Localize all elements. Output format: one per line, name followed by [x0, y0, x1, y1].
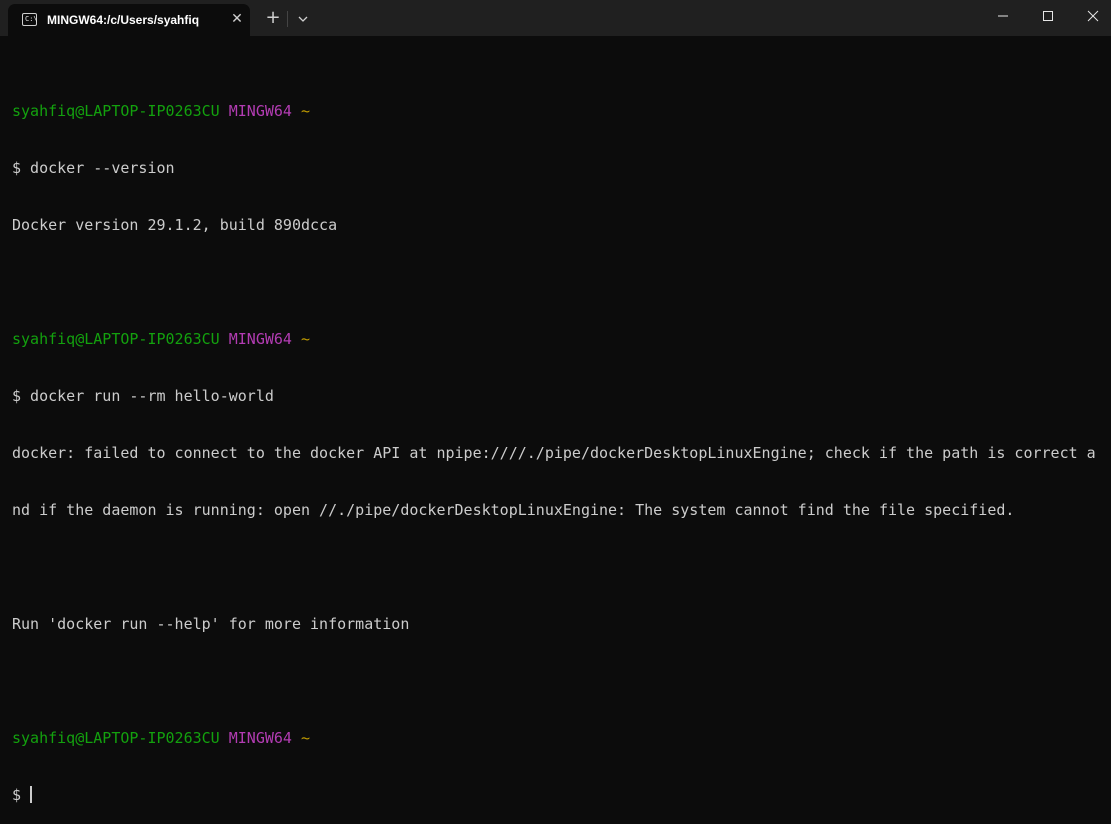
- terminal-output[interactable]: syahfiq@LAPTOP-IP0263CU MINGW64 ~ $ dock…: [12, 64, 1107, 824]
- input-line[interactable]: $: [12, 786, 1107, 805]
- prompt-user: syahfiq@LAPTOP-IP0263CU: [12, 729, 220, 747]
- prompt-symbol: $: [12, 786, 22, 804]
- command-line: $ docker --version: [12, 159, 175, 177]
- tab-mingw64[interactable]: C:\ MINGW64:/c/Users/syahfiq ✕: [8, 4, 250, 36]
- output-line: Run 'docker run --help' for more informa…: [12, 615, 410, 633]
- terminal-icon: C:\: [22, 13, 38, 26]
- output-line: Docker version 29.1.2, build 890dcca: [12, 216, 338, 234]
- tab-title: MINGW64:/c/Users/syahfiq: [47, 13, 200, 27]
- text-cursor: [30, 786, 33, 803]
- output-line: docker: failed to connect to the docker …: [12, 444, 1096, 462]
- minimize-button[interactable]: [980, 0, 1026, 32]
- maximize-icon: [1043, 11, 1053, 21]
- prompt-path: ~: [301, 729, 311, 747]
- close-icon: [1087, 10, 1099, 22]
- prompt-line: syahfiq@LAPTOP-IP0263CU MINGW64 ~: [12, 729, 1107, 748]
- prompt-path: ~: [301, 330, 311, 348]
- prompt-user: syahfiq@LAPTOP-IP0263CU: [12, 330, 220, 348]
- tab-dropdown-button[interactable]: [292, 9, 314, 29]
- command-line: $ docker run --rm hello-world: [12, 387, 274, 405]
- close-window-button[interactable]: [1070, 0, 1111, 32]
- close-tab-icon[interactable]: ✕: [228, 10, 246, 28]
- divider: [287, 11, 288, 27]
- prompt-path: ~: [301, 102, 311, 120]
- prompt-host: MINGW64: [228, 729, 292, 747]
- maximize-button[interactable]: [1025, 0, 1071, 32]
- prompt-line: syahfiq@LAPTOP-IP0263CU MINGW64 ~: [12, 330, 1107, 349]
- prompt-line: syahfiq@LAPTOP-IP0263CU MINGW64 ~: [12, 102, 1107, 121]
- title-bar: C:\ MINGW64:/c/Users/syahfiq ✕ +: [0, 0, 1111, 36]
- prompt-user: syahfiq@LAPTOP-IP0263CU: [12, 102, 220, 120]
- minimize-icon: [998, 15, 1008, 17]
- chevron-down-icon: [298, 16, 308, 22]
- prompt-host: MINGW64: [228, 102, 292, 120]
- new-tab-button[interactable]: +: [262, 8, 284, 30]
- prompt-host: MINGW64: [228, 330, 292, 348]
- output-line: nd if the daemon is running: open //./pi…: [12, 501, 1015, 519]
